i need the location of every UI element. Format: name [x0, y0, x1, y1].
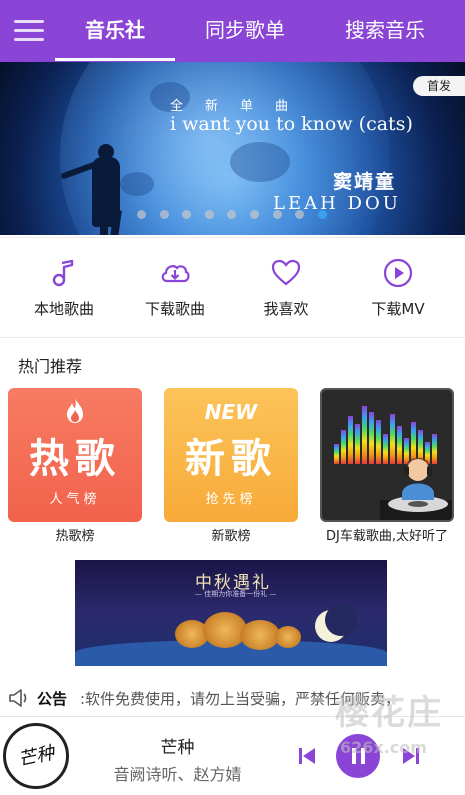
tab-sync-playlist[interactable]: 同步歌单 [190, 14, 300, 48]
hot-songs-card[interactable]: 热歌 人气榜 [8, 388, 142, 522]
promo-subtitle: — 佳期为你准备一份礼 — [195, 590, 277, 598]
mooncake-image [275, 626, 301, 648]
new-songs-card[interactable]: NEW 新歌 抢先榜 [164, 388, 298, 522]
track-title: 芒种 [160, 738, 195, 758]
favorites-button[interactable]: 我喜欢 [236, 243, 336, 333]
download-mv-button[interactable]: 下载MV [348, 243, 448, 333]
megaphone-icon [9, 689, 27, 707]
downloaded-songs-button[interactable]: 下载歌曲 [125, 243, 225, 333]
new-songs-title: 新歌 [185, 436, 277, 482]
new-tag: NEW [204, 400, 258, 424]
dj-songs-card[interactable] [320, 388, 454, 522]
carousel-dot[interactable] [159, 210, 169, 219]
carousel-dot[interactable] [204, 210, 214, 219]
dj-songs-caption[interactable]: DJ车载歌曲,太好听了 [312, 525, 462, 544]
section-title-hot: 热门推荐 [18, 357, 83, 376]
track-artist: 音阙诗听、赵方婧 [113, 765, 242, 784]
watermark-text: 樱花庄 [335, 693, 443, 733]
premiere-badge: 首发 [413, 76, 465, 96]
new-songs-subtitle: 抢先榜 [205, 492, 257, 507]
dj-illustration [380, 458, 452, 520]
equalizer-bar [348, 416, 353, 464]
divider [0, 237, 465, 238]
banner-subtitle: 全新单曲 [170, 99, 311, 114]
equalizer-bar [369, 412, 374, 464]
crescent-moon [325, 604, 357, 636]
carousel-dot[interactable] [250, 210, 259, 219]
cloud-download-icon [161, 265, 190, 283]
mooncake-image [240, 620, 280, 650]
new-songs-caption[interactable]: 新歌榜 [164, 525, 298, 544]
flame-icon [67, 397, 83, 423]
heart-icon [271, 259, 301, 286]
hot-songs-subtitle: 人气榜 [49, 492, 101, 507]
featured-banner[interactable]: 首发 全新单曲 i want you to know (cats) 窦靖童 LE… [0, 62, 465, 235]
notice-label: 公告 [37, 690, 68, 708]
album-cover[interactable]: 芒种 [3, 723, 69, 789]
previous-track-icon[interactable] [296, 745, 318, 767]
top-bar: 音乐社 同步歌单 搜索音乐 [0, 0, 465, 62]
carousel-dot[interactable] [272, 210, 282, 219]
local-songs-button[interactable]: 本地歌曲 [14, 243, 114, 333]
tab-music-club[interactable]: 音乐社 [65, 14, 165, 48]
carousel-dot[interactable] [317, 210, 327, 219]
hot-songs-caption[interactable]: 热歌榜 [8, 525, 142, 544]
downloaded-songs-label: 下载歌曲 [144, 300, 205, 318]
banner-artist-en: LEAH DOU [273, 193, 401, 214]
menu-icon[interactable] [14, 18, 44, 44]
mid-autumn-promo-banner[interactable]: 中秋遇礼 — 佳期为你准备一份礼 — [75, 560, 387, 666]
favorites-label: 我喜欢 [263, 300, 309, 318]
banner-song-title: i want you to know (cats) [170, 113, 413, 135]
quick-actions: 本地歌曲 下载歌曲 我喜欢 下载MV [0, 243, 465, 333]
moon-crater [230, 142, 290, 182]
play-circle-icon [383, 258, 413, 288]
download-mv-label: 下载MV [371, 300, 425, 318]
tab-search-music[interactable]: 搜索音乐 [330, 14, 440, 48]
music-note-icon [52, 259, 74, 287]
equalizer-bar [355, 424, 360, 464]
singer-silhouette [100, 212, 108, 235]
equalizer-bar [334, 444, 339, 464]
moon-crater [120, 172, 154, 196]
divider [0, 337, 465, 338]
equalizer-bar [341, 430, 346, 464]
hot-songs-title: 热歌 [29, 436, 121, 482]
local-songs-label: 本地歌曲 [33, 300, 94, 318]
watermark-url: 626x.com [340, 738, 427, 757]
equalizer-bar [362, 406, 367, 464]
album-cover-text: 芒种 [16, 742, 57, 771]
active-tab-indicator [55, 58, 175, 61]
carousel-dot[interactable] [137, 210, 146, 219]
banner-artist-cn: 窦靖童 [333, 171, 397, 193]
